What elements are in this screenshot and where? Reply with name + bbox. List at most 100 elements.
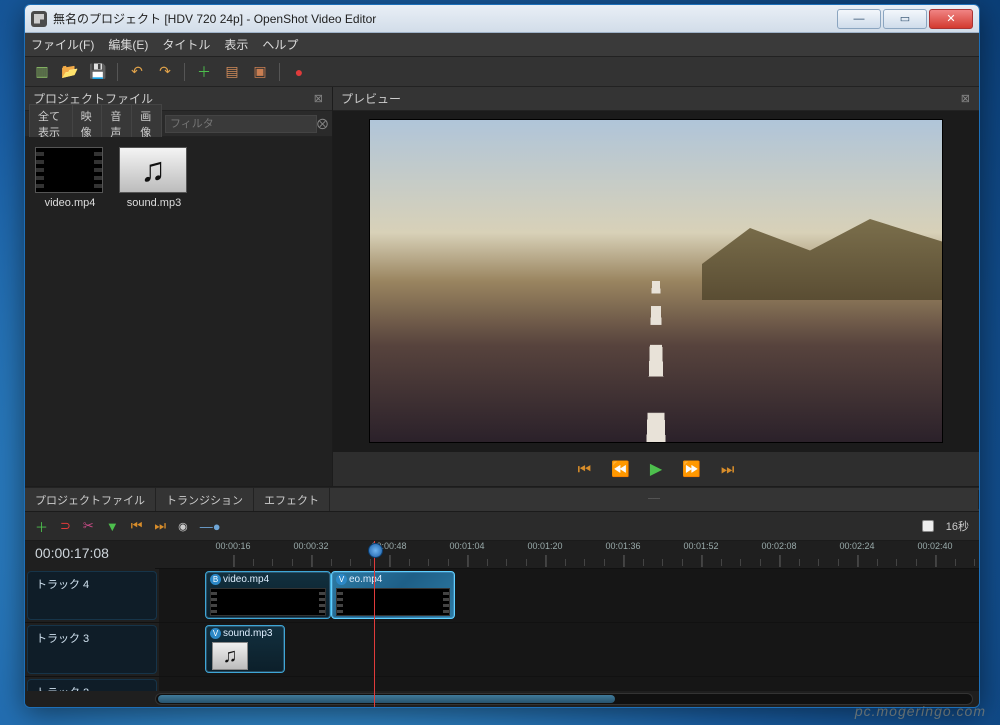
panel-undock-icon[interactable]: ⊠ [961, 92, 971, 105]
track-lane[interactable] [159, 677, 979, 691]
timeline-ruler[interactable]: 00:00:17:08 00:00:1600:00:3200:00:4800:0… [155, 541, 979, 569]
track-row: トラック 4 Bvideo.mp4 Veo.mp4 [25, 569, 979, 623]
fast-forward-icon[interactable]: ⏩ [682, 460, 701, 478]
maximize-button[interactable]: ▭ [883, 9, 927, 29]
menu-help[interactable]: ヘルプ [262, 36, 298, 53]
jump-end-icon[interactable]: ⏭ [721, 461, 735, 478]
timeline-toolbar: ＋ ⊃ ✂ ▼ ⏮ ⏭ ◉ —● 16秒 [25, 511, 979, 541]
rewind-icon[interactable]: ⏪ [611, 460, 630, 478]
playhead[interactable] [374, 541, 375, 707]
media-item-video[interactable]: video.mp4 [35, 147, 105, 476]
menu-title[interactable]: タイトル [162, 36, 210, 53]
open-project-icon[interactable]: 📂 [61, 63, 79, 81]
filter-input[interactable] [165, 115, 317, 133]
media-label: sound.mp3 [119, 197, 189, 209]
media-item-audio[interactable]: ♫ sound.mp3 [119, 147, 189, 476]
track-lane[interactable]: Vsound.mp3 ♫ [159, 623, 979, 676]
ruler-tick: 00:01:36 [605, 541, 640, 551]
ruler-tick: 00:00:32 [293, 541, 328, 551]
panel-undock-icon[interactable]: ⊠ [314, 92, 324, 105]
fullscreen-icon[interactable]: ▣ [251, 63, 269, 81]
clip-label: Vsound.mp3 [210, 628, 280, 639]
watermark: pc.mogeringo.com [855, 703, 986, 719]
timeline-clip[interactable]: Bvideo.mp4 [205, 571, 331, 619]
window-title: 無名のプロジェクト [HDV 720 24p] - OpenShot Video… [53, 10, 376, 27]
preview-art [636, 281, 677, 443]
razor-icon[interactable]: ✂ [83, 518, 94, 534]
clear-filter-icon[interactable]: ⨂ [317, 117, 328, 130]
preview-panel: プレビュー ⊠ ⏮ ⏪ ▶ ⏩ ⏭ [333, 87, 979, 486]
ruler-tick: 00:01:52 [683, 541, 718, 551]
app-window: 無名のプロジェクト [HDV 720 24p] - OpenShot Video… [24, 4, 980, 708]
snap-icon[interactable]: ⊃ [60, 518, 71, 534]
scrollbar-thumb[interactable] [158, 695, 615, 703]
zoom-label: 16秒 [946, 518, 969, 534]
clip-label: Veo.mp4 [336, 574, 450, 585]
close-button[interactable]: ✕ [929, 9, 973, 29]
next-marker-icon[interactable]: ⏭ [154, 518, 166, 534]
profile-icon[interactable]: ▤ [223, 63, 241, 81]
menu-edit[interactable]: 編集(E) [108, 36, 148, 53]
center-playhead-icon[interactable]: ◉ [178, 520, 188, 533]
marker-icon[interactable]: ▼ [106, 519, 119, 534]
add-track-icon[interactable]: ＋ [35, 517, 48, 536]
bottom-tabs: プロジェクトファイル トランジション エフェクト ┄┄ [25, 487, 979, 511]
ruler-tick: 00:00:16 [215, 541, 250, 551]
timeline-clip[interactable]: Veo.mp4 [331, 571, 455, 619]
ruler-tick: 00:02:40 [917, 541, 952, 551]
track-header[interactable]: トラック 2 [27, 679, 157, 691]
track-row: トラック 2 [25, 677, 979, 691]
separator [184, 63, 185, 81]
zoom-checkbox[interactable] [922, 520, 934, 532]
track-header[interactable]: トラック 4 [27, 571, 157, 620]
preview-title: プレビュー [341, 90, 401, 107]
ruler-tick: 00:01:20 [527, 541, 562, 551]
tracks-container: トラック 4 Bvideo.mp4 Veo.mp4 トラック 3 Vsound.mp3 ♫… [25, 569, 979, 691]
export-icon[interactable]: ● [290, 63, 308, 81]
minimize-button[interactable]: — [837, 9, 881, 29]
timecode: 00:00:17:08 [35, 545, 109, 561]
clip-note-icon: ♫ [212, 642, 248, 670]
menu-view[interactable]: 表示 [224, 36, 248, 53]
jump-start-icon[interactable]: ⏮ [578, 461, 592, 478]
redo-icon[interactable]: ↷ [156, 63, 174, 81]
audio-thumb-icon: ♫ [119, 147, 187, 193]
play-icon[interactable]: ▶ [650, 459, 662, 479]
timeline[interactable]: 00:00:17:08 00:00:1600:00:3200:00:4800:0… [25, 541, 979, 707]
import-icon[interactable]: ＋ [195, 63, 213, 81]
clip-filmstrip-icon [336, 588, 450, 616]
separator [117, 63, 118, 81]
transport-bar: ⏮ ⏪ ▶ ⏩ ⏭ [333, 452, 979, 486]
ruler-tick: 00:02:24 [839, 541, 874, 551]
preview-viewport[interactable] [333, 111, 979, 452]
tab-effects[interactable]: エフェクト [254, 488, 330, 512]
title-bar[interactable]: 無名のプロジェクト [HDV 720 24p] - OpenShot Video… [25, 5, 979, 33]
media-filter-row: 全て表示 映像 音声 画像 ⨂ [25, 111, 332, 137]
grip-icon[interactable]: ┄┄ [330, 490, 979, 509]
clip-filmstrip-icon [210, 588, 326, 616]
new-project-icon[interactable]: ▥ [33, 63, 51, 81]
preview-art [702, 210, 942, 300]
preview-frame [369, 119, 943, 443]
tab-transitions[interactable]: トランジション [156, 488, 254, 512]
ruler-tick: 00:01:04 [449, 541, 484, 551]
timeline-clip[interactable]: Vsound.mp3 ♫ [205, 625, 285, 673]
track-header[interactable]: トラック 3 [27, 625, 157, 674]
save-project-icon[interactable]: 💾 [89, 63, 107, 81]
preview-header: プレビュー ⊠ [333, 87, 979, 111]
undo-icon[interactable]: ↶ [128, 63, 146, 81]
menu-bar: ファイル(F) 編集(E) タイトル 表示 ヘルプ [25, 33, 979, 57]
timeline-scrollbar[interactable] [155, 693, 973, 705]
main-toolbar: ▥ 📂 💾 ↶ ↷ ＋ ▤ ▣ ● [25, 57, 979, 87]
prev-marker-icon[interactable]: ⏮ [131, 518, 143, 534]
track-lane[interactable]: Bvideo.mp4 Veo.mp4 [159, 569, 979, 622]
tab-project-files[interactable]: プロジェクトファイル [25, 488, 156, 512]
separator [279, 63, 280, 81]
window-controls: — ▭ ✕ [835, 9, 973, 29]
video-thumb-icon [35, 147, 103, 193]
media-label: video.mp4 [35, 197, 105, 209]
zoom-slider[interactable]: —● [200, 519, 221, 534]
menu-file[interactable]: ファイル(F) [31, 36, 94, 53]
media-list[interactable]: video.mp4 ♫ sound.mp3 [25, 137, 332, 486]
ruler-tick: 00:02:08 [761, 541, 796, 551]
